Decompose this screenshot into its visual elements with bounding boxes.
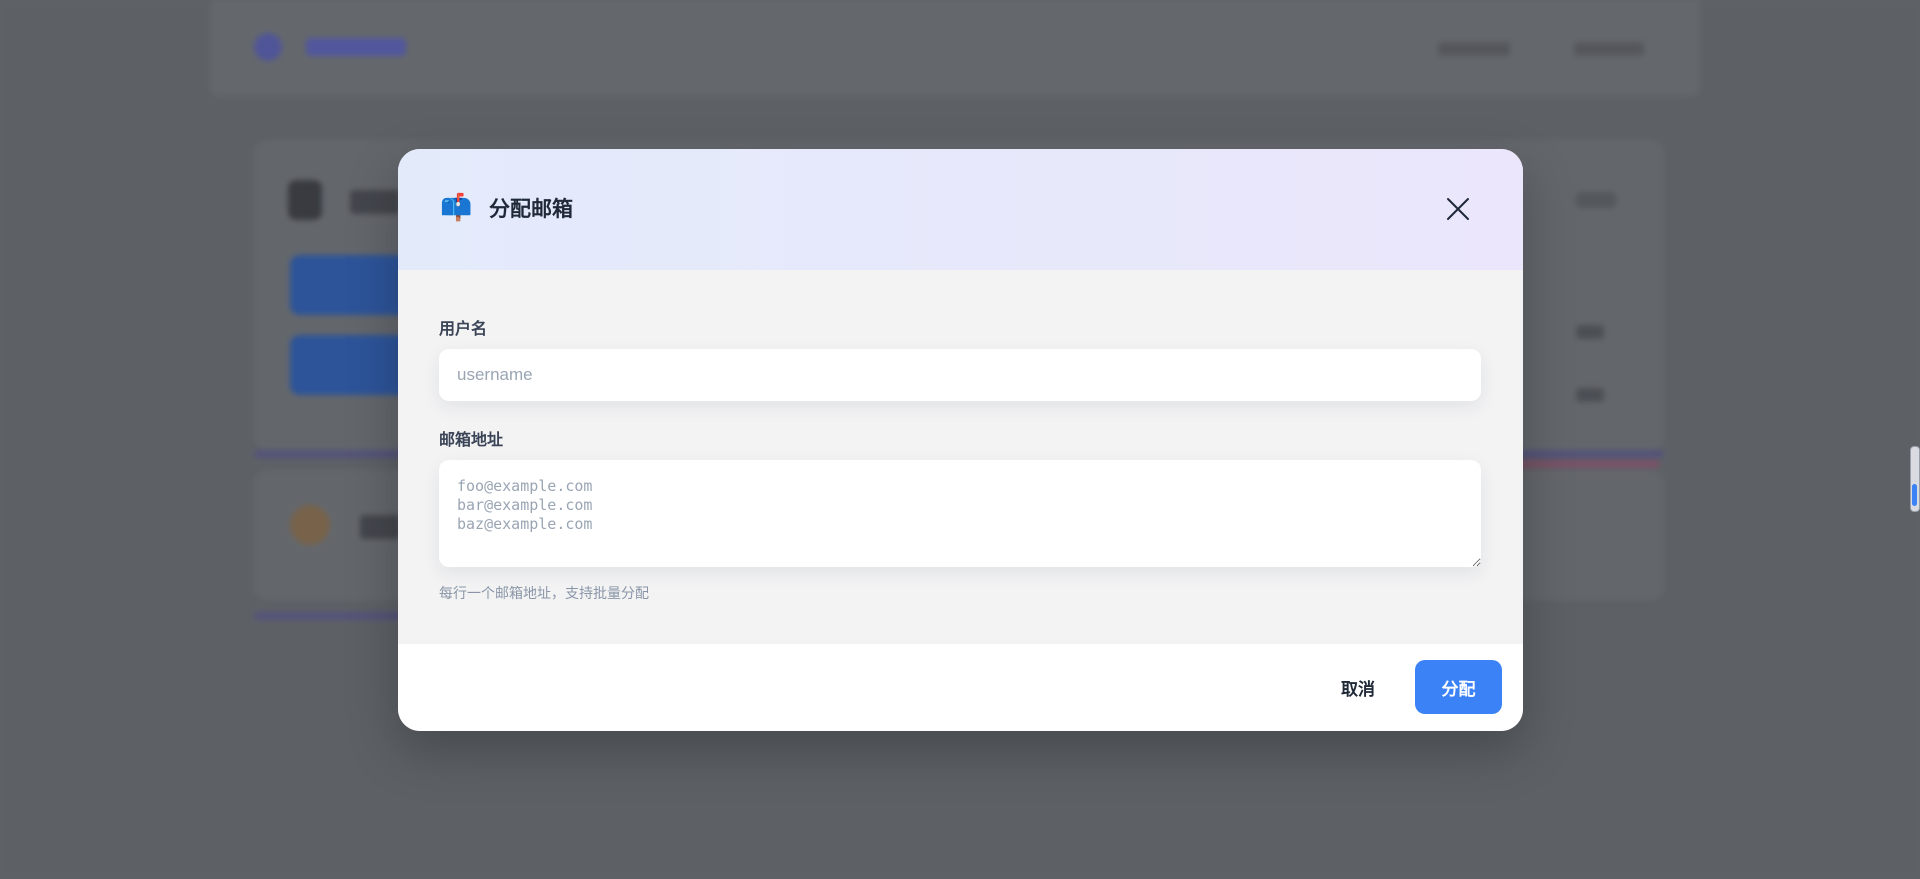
email-addresses-textarea[interactable]	[439, 460, 1481, 567]
close-button[interactable]	[1444, 195, 1472, 223]
username-label: 用户名	[439, 319, 488, 338]
username-input[interactable]	[439, 349, 1481, 401]
email-helper-text: 每行一个邮箱地址，支持批量分配	[439, 586, 649, 602]
assign-mailbox-dialog: 📫 分配邮箱 用户名 邮箱地址 每行一个邮箱地址，支持批量分配 取消 分配	[398, 149, 1523, 731]
page-scrollbar-thumb[interactable]	[1912, 484, 1917, 506]
dialog-footer: 取消 分配	[398, 644, 1523, 731]
cancel-button[interactable]: 取消	[1312, 660, 1404, 714]
mailbox-icon: 📫	[440, 193, 473, 223]
assign-button[interactable]: 分配	[1415, 660, 1502, 714]
dialog-header: 📫 分配邮箱	[398, 149, 1523, 270]
dialog-title: 分配邮箱	[489, 197, 573, 221]
email-addresses-label: 邮箱地址	[439, 430, 504, 449]
close-icon	[1447, 198, 1469, 220]
